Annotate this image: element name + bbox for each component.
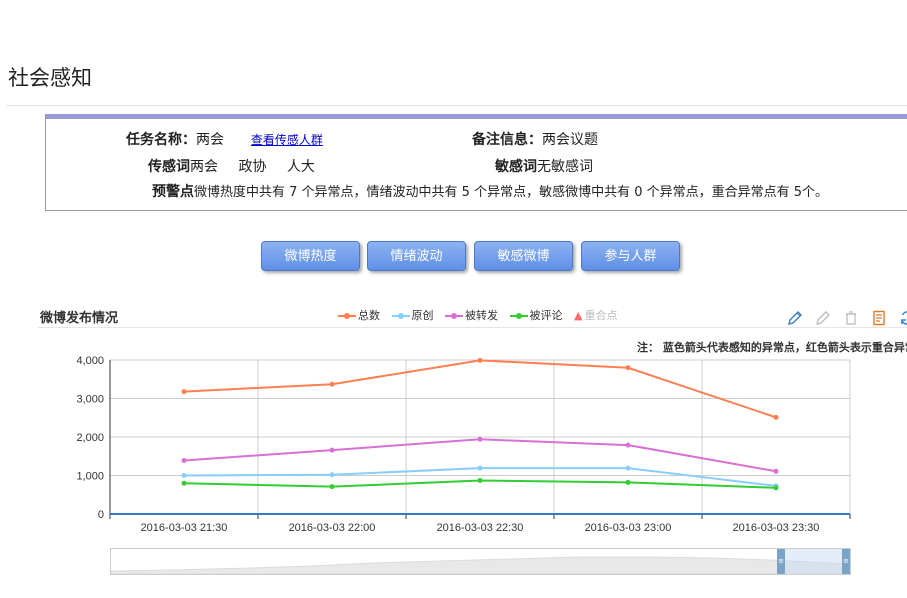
sensor-words-label: 传感词: [148, 159, 190, 175]
y-tick-label: 2,000: [76, 432, 104, 444]
data-point: [773, 485, 779, 491]
warning-text: 微博热度中共有 7 个异常点，情绪波动中共有 5 个异常点，敏感微博中共有 0 …: [194, 185, 829, 200]
zoom-handle-right[interactable]: ≡: [842, 549, 850, 574]
data-point: [477, 357, 483, 363]
legend-marker: [338, 313, 356, 319]
legend-item-original[interactable]: 原创: [391, 307, 434, 323]
x-tick-label: 2016-03-03 21:30: [141, 522, 228, 534]
pencil-icon[interactable]: [787, 310, 803, 326]
sensitive-words-row: 敏感词无敏感词: [495, 156, 593, 176]
legend-item-total[interactable]: 总数: [338, 307, 380, 323]
tab-participants[interactable]: 参与人群: [581, 241, 680, 271]
legend-item-reposted[interactable]: 被转发: [445, 307, 498, 323]
sensor-word: 政协: [238, 159, 267, 175]
x-tick-label: 2016-03-03 23:30: [733, 522, 820, 534]
data-point: [773, 414, 779, 420]
zoom-preview-area: [111, 556, 850, 574]
title-divider: [6, 105, 907, 106]
x-tick-label: 2016-03-03 22:30: [437, 522, 524, 534]
data-point: [625, 479, 631, 485]
page-title: 社会感知: [8, 66, 92, 90]
data-point: [181, 480, 187, 486]
refresh-icon[interactable]: [899, 310, 907, 326]
sensor-word: 两会: [190, 159, 218, 175]
data-point: [625, 365, 631, 371]
zoom-handle-left[interactable]: ≡: [777, 549, 785, 574]
data-point: [329, 381, 335, 387]
sensor-words-row: 传感词两会 政协 人大: [148, 156, 315, 176]
data-point: [477, 436, 483, 442]
data-point: [625, 442, 631, 448]
legend-item-overlap[interactable]: ▲ 重合点: [574, 307, 617, 323]
legend-label: 重合点: [584, 309, 618, 322]
x-tick-label: 2016-03-03 23:00: [585, 522, 672, 534]
data-zoom-bar[interactable]: ≡ ≡: [110, 548, 851, 575]
chart-title: 微博发布情况: [40, 311, 119, 326]
data-point: [773, 468, 779, 474]
view-sensor-crowd-link[interactable]: 查看传感人群: [251, 133, 323, 147]
task-name-row: 任务名称：两会 查看传感人群: [126, 129, 323, 149]
legend-label: 原创: [411, 309, 434, 322]
tab-sensitive-weibo[interactable]: 敏感微博: [474, 241, 573, 271]
chart-legend: 总数 原创 被转发 被评论 ▲ 重合点: [338, 307, 625, 323]
warning-row: 预警点微博热度中共有 7 个异常点，情绪波动中共有 5 个异常点，敏感微博中共有…: [152, 181, 828, 201]
y-tick-label: 3,000: [76, 394, 104, 406]
tab-weibo-heat[interactable]: 微博热度: [261, 241, 360, 271]
x-tick-label: 2016-03-03 22:00: [289, 522, 376, 534]
data-view-icon[interactable]: [871, 310, 887, 326]
data-point: [329, 472, 335, 478]
series-line: [183, 359, 777, 419]
y-tick-label: 1,000: [76, 471, 104, 483]
data-point: [329, 484, 335, 490]
clear-icon[interactable]: [843, 310, 859, 326]
data-point: [625, 465, 631, 471]
legend-marker: [445, 313, 463, 319]
tab-emotion-fluctuation[interactable]: 情绪波动: [367, 241, 466, 271]
data-point: [181, 457, 187, 463]
legend-label: 被转发: [465, 309, 498, 322]
sensitive-words-value: 无敏感词: [537, 159, 593, 175]
task-name-label: 任务名称：: [126, 132, 196, 148]
y-tick-label: 4,000: [76, 355, 104, 367]
legend-item-commented[interactable]: 被评论: [509, 307, 563, 323]
legend-marker: [509, 313, 528, 319]
data-point: [329, 447, 335, 453]
sensitive-words-label: 敏感词: [495, 159, 537, 175]
legend-label: 总数: [358, 309, 380, 322]
remark-label: 备注信息：: [472, 132, 542, 148]
line-chart: 0 1,000 2,000 3,000 4,000 2016-03-03 21:30 201…: [76, 355, 851, 534]
remark-value: 两会议题: [542, 132, 598, 148]
warning-label: 预警点: [152, 184, 194, 200]
data-point: [477, 465, 483, 471]
chart-toolbox: [787, 307, 907, 326]
y-tick-label: 0: [98, 509, 104, 521]
eraser-icon[interactable]: [815, 310, 831, 326]
triangle-icon: ▲: [574, 309, 583, 322]
data-point: [477, 478, 483, 484]
sensor-word: 人大: [286, 159, 315, 175]
legend-label: 被评论: [529, 309, 563, 322]
task-name-value: 两会: [196, 132, 224, 148]
legend-marker: [391, 313, 410, 319]
task-info-panel: 任务名称：两会 查看传感人群 备注信息：两会议题 传感词两会 政协 人大 敏感词…: [45, 114, 907, 211]
data-point: [181, 389, 187, 395]
chart-divider: [38, 327, 907, 328]
remark-row: 备注信息：两会议题: [472, 129, 598, 149]
data-point: [181, 473, 187, 478]
zoom-selected-range[interactable]: [785, 549, 844, 574]
series-line: [183, 467, 777, 487]
